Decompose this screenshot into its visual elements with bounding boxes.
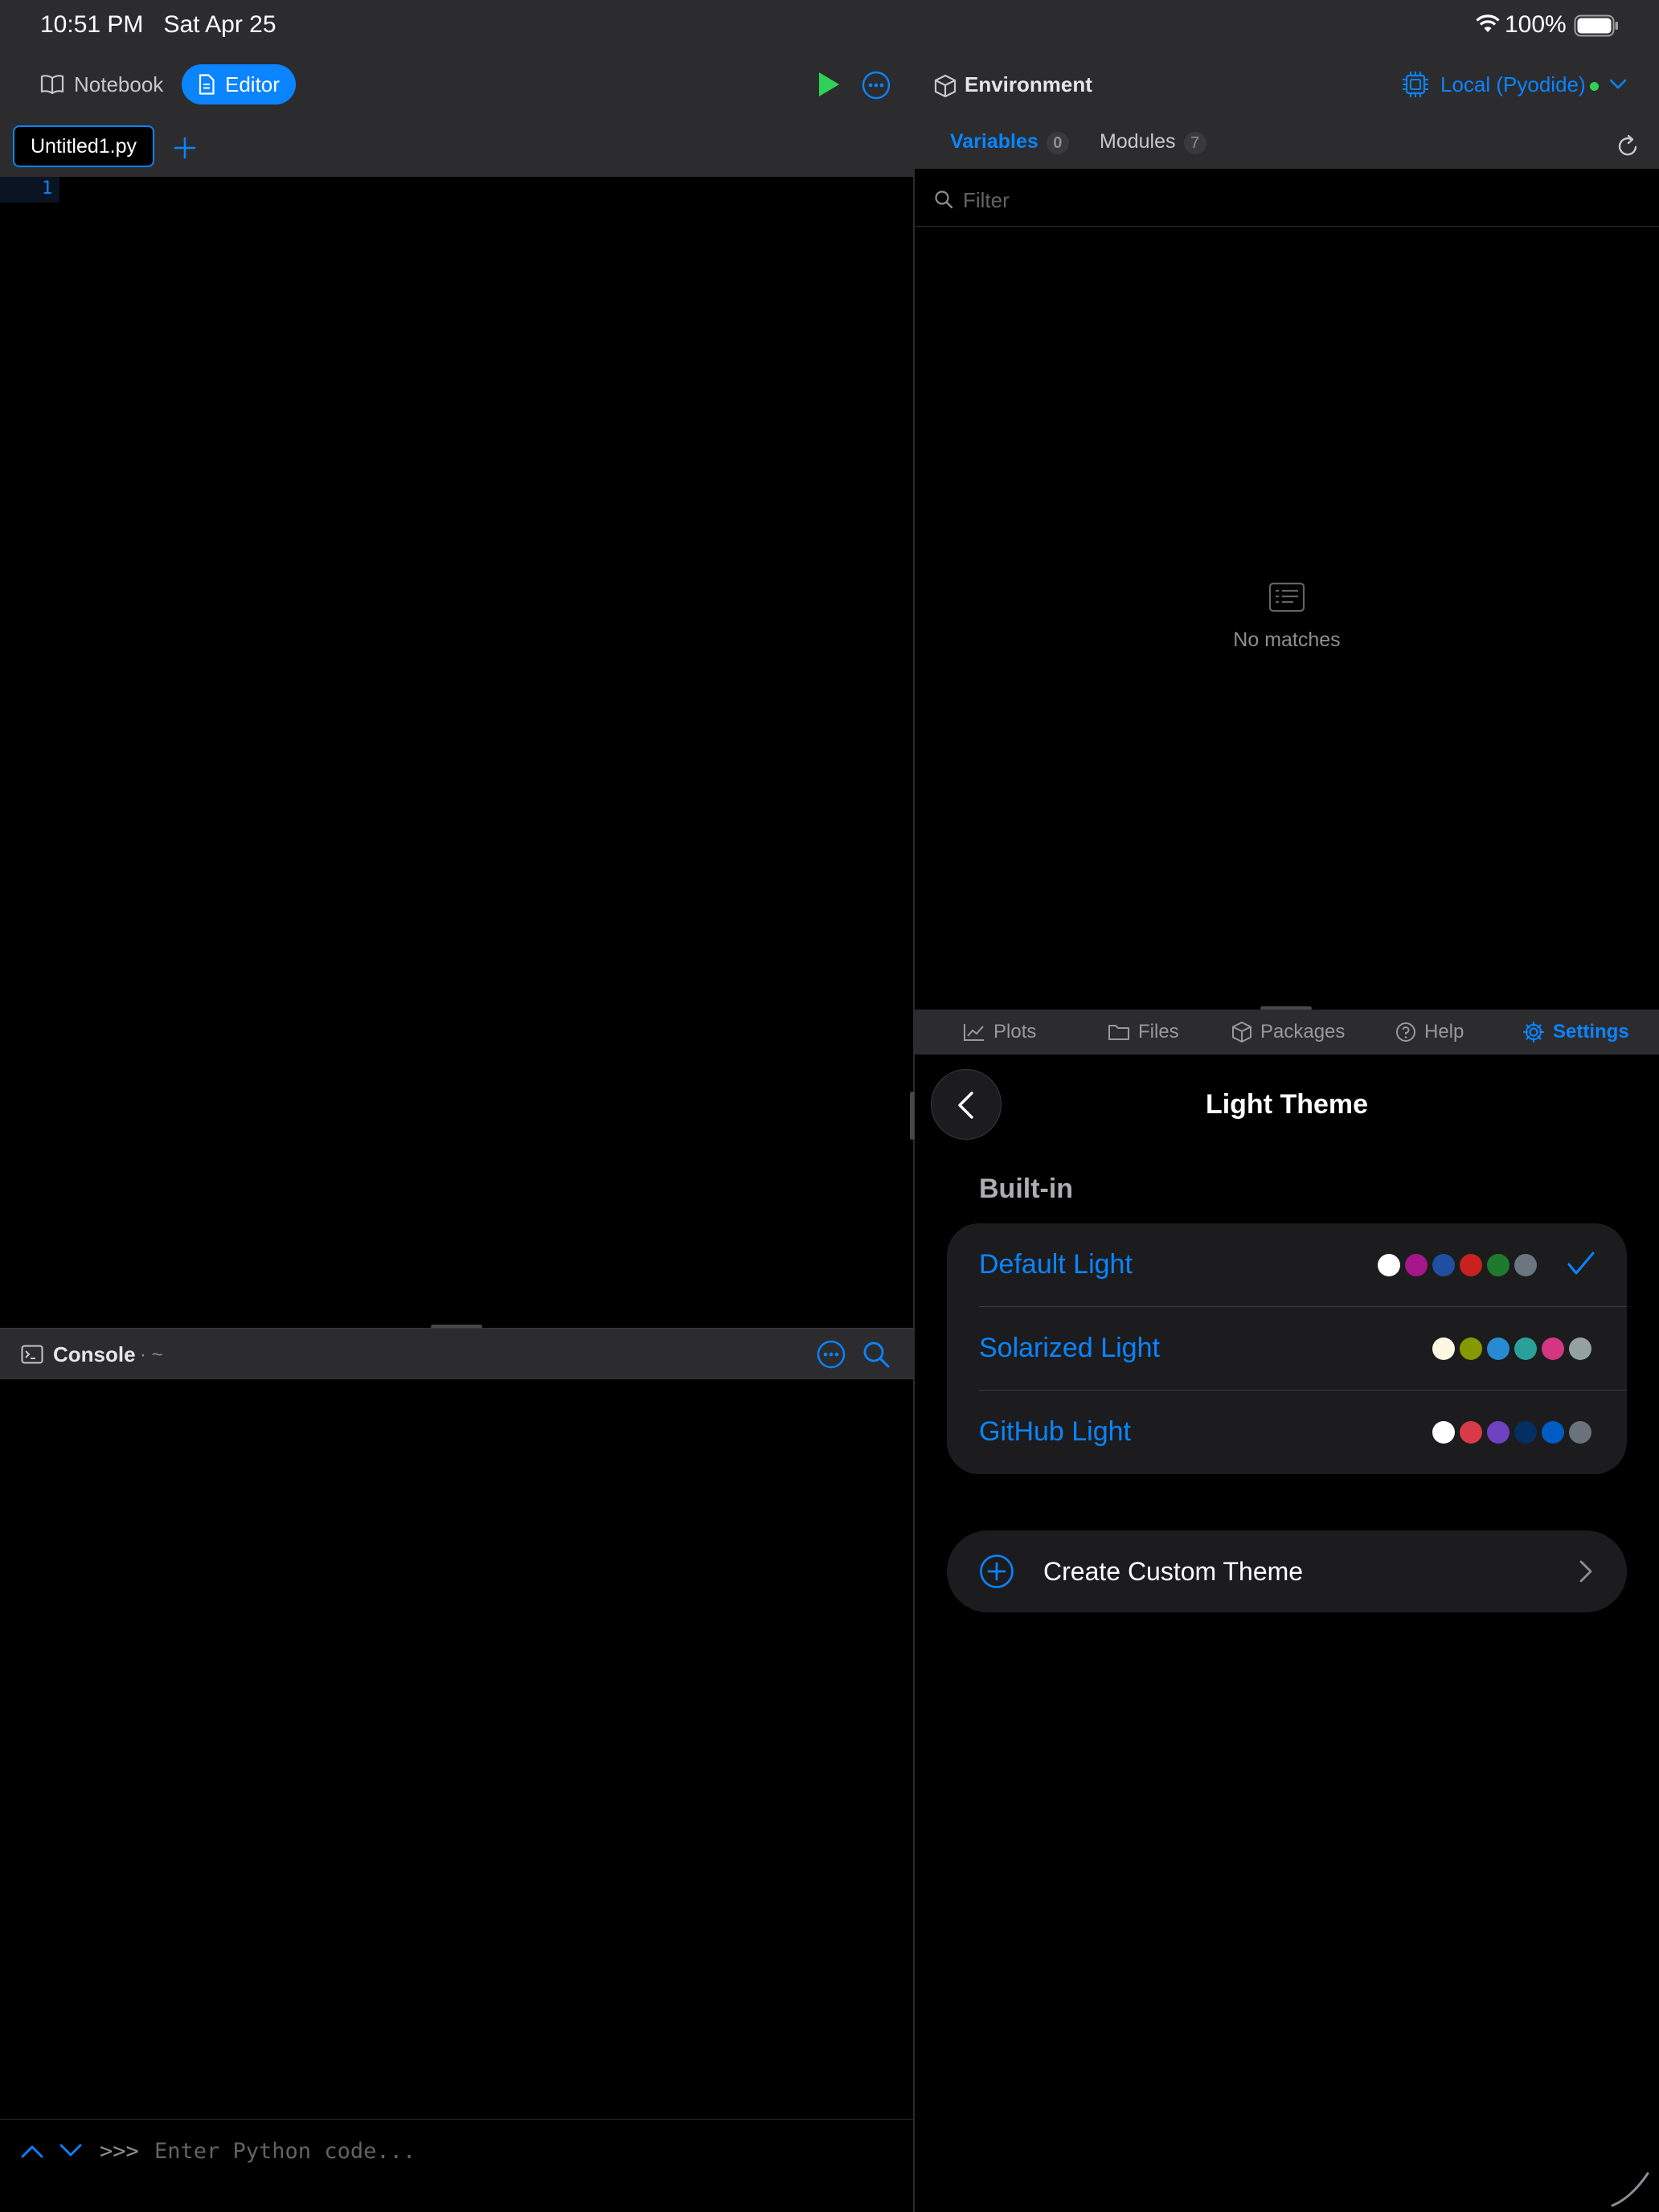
color-swatch [1460,1254,1482,1276]
color-swatch [1432,1254,1455,1276]
search-icon [934,190,953,209]
tab-settings[interactable]: Settings [1522,1010,1629,1055]
run-button[interactable] [817,71,841,98]
cpu-chip-icon[interactable] [1402,71,1429,98]
color-swatch [1542,1337,1564,1360]
editor-label: Editor [225,72,280,96]
environment-tabs: Variables 0 Modules 7 [915,121,1659,169]
filter-bar: Filter [915,170,1659,227]
theme-name: Solarized Light [979,1333,1160,1363]
checkmark-icon [1567,1251,1595,1276]
cube-icon [934,74,956,98]
color-swatch [1514,1337,1537,1360]
tab-plots[interactable]: Plots [963,1010,1036,1055]
theme-row-github-light[interactable]: GitHub Light [947,1391,1627,1474]
chevron-down-icon[interactable] [1609,79,1627,90]
console-input-bar: >>> Enter Python code... [0,2119,913,2183]
add-tab-icon[interactable] [174,137,196,159]
help-icon [1395,1022,1416,1043]
editor-toolbar: Notebook Editor [0,51,913,121]
chart-icon [963,1022,985,1042]
runtime-selector[interactable]: Local (Pyodide) [1440,72,1586,97]
editor-pane: Notebook Editor Untitled1.py 1 Console · [0,0,913,2212]
empty-state: No matches [915,582,1659,678]
theme-swatches [1432,1337,1591,1360]
notebook-mode-button[interactable]: Notebook [24,64,179,104]
tab-modules-label: Modules [1100,130,1176,153]
color-swatch [1569,1337,1591,1360]
battery-icon [1574,14,1619,37]
color-swatch [1514,1254,1537,1276]
color-swatch [1432,1337,1455,1360]
color-swatch [1514,1421,1537,1444]
tab-files[interactable]: Files [1108,1010,1179,1055]
wifi-icon [1476,14,1500,34]
console-prompt: >>> [100,2139,139,2164]
theme-row-default-light[interactable]: Default Light [947,1223,1627,1307]
create-custom-theme-button[interactable]: Create Custom Theme [947,1530,1627,1612]
history-up-icon[interactable] [21,2144,43,2158]
variables-count-badge: 0 [1046,132,1069,154]
line-number: 1 [42,178,53,199]
console-more-icon[interactable] [817,1340,846,1369]
scroll-indicator [1608,2165,1653,2210]
color-swatch [1432,1421,1455,1444]
terminal-icon [21,1345,43,1364]
color-swatch [1405,1254,1428,1276]
file-tab-untitled1[interactable]: Untitled1.py [13,125,155,167]
runtime-status-dot [1590,82,1599,91]
tab-help[interactable]: Help [1395,1010,1464,1055]
builtin-themes-list: Default Light Solarized Light GitHub Lig… [947,1223,1627,1474]
document-icon [198,74,215,95]
no-matches-text: No matches [1233,629,1341,651]
color-swatch [1542,1421,1564,1444]
tab-variables[interactable]: Variables 0 [950,130,1069,154]
environment-label: Environment [965,72,1092,96]
filter-input[interactable]: Filter [963,188,1010,213]
color-swatch [1569,1421,1591,1444]
refresh-icon[interactable] [1617,133,1640,158]
package-icon [1231,1021,1252,1043]
color-swatch [1460,1337,1482,1360]
console-output [0,1379,913,2119]
battery-percentage: 100% [1505,11,1567,38]
notebook-label: Notebook [74,72,164,96]
color-swatch [1487,1254,1509,1276]
file-tab-bar: Untitled1.py [0,121,913,177]
console-path: · ~ [140,1344,163,1366]
inspector-pane: Environment Local (Pyodide) Variables 0 M… [915,51,1659,2212]
environment-header: Environment Local (Pyodide) [915,51,1659,121]
section-label-builtin: Built-in [979,1174,1074,1204]
create-custom-theme-label: Create Custom Theme [1043,1557,1304,1586]
chevron-right-icon [1579,1559,1593,1583]
theme-name: GitHub Light [979,1416,1131,1447]
color-swatch [1487,1421,1509,1444]
bottom-tab-bar: Plots Files Packages Help Settings [915,1010,1659,1055]
color-swatch [1460,1421,1482,1444]
tab-modules[interactable]: Modules 7 [1100,130,1206,154]
tab-variables-label: Variables [950,130,1038,153]
theme-row-solarized-light[interactable]: Solarized Light [947,1307,1627,1391]
gear-icon [1522,1021,1545,1043]
history-down-icon[interactable] [59,2144,82,2158]
folder-icon [1108,1023,1130,1041]
console-header: Console · ~ [0,1328,913,1379]
console-title: Console [53,1342,136,1366]
color-swatch [1378,1254,1400,1276]
plus-circle-icon [979,1554,1014,1589]
tab-packages[interactable]: Packages [1231,1010,1345,1055]
theme-swatches [1432,1421,1591,1444]
more-options-icon[interactable] [862,71,891,100]
theme-name: Default Light [979,1249,1133,1280]
console-input-field[interactable]: Enter Python code... [154,2139,416,2164]
modules-count-badge: 7 [1183,132,1206,154]
code-editor[interactable]: 1 [0,177,913,1329]
theme-swatches [1378,1254,1537,1276]
book-icon [40,74,64,95]
console-search-icon[interactable] [862,1340,891,1369]
list-icon [1268,582,1305,612]
color-swatch [1487,1337,1509,1360]
page-title: Light Theme [1205,1089,1369,1120]
editor-mode-button[interactable]: Editor [182,64,296,104]
